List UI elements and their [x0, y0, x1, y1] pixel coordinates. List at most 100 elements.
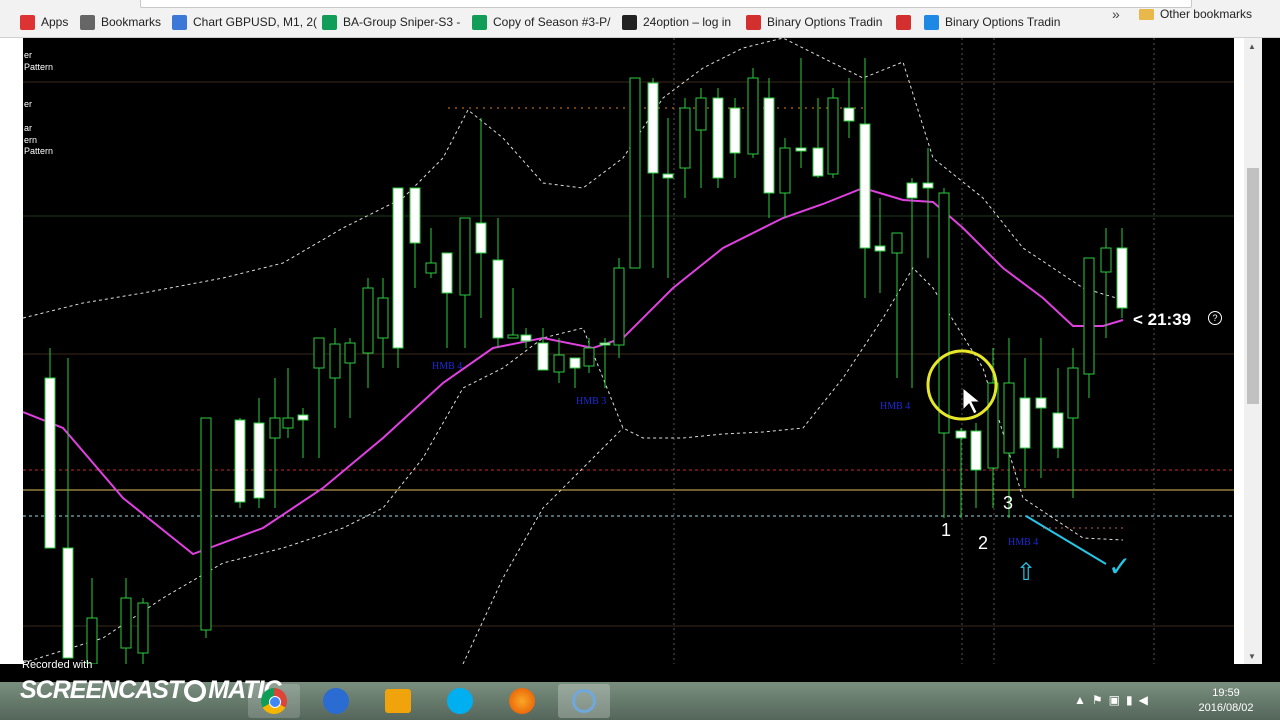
candle-body [44, 377, 56, 549]
bookmark-item[interactable]: Copy of Season #3-P/ [472, 8, 610, 36]
bookmark-item[interactable] [896, 8, 917, 36]
candle-body [679, 107, 691, 169]
binary-icon [896, 14, 911, 30]
candle-body [938, 192, 950, 434]
pattern-label: Pattern [24, 146, 54, 156]
candle-body [537, 342, 549, 371]
vertical-scrollbar[interactable]: ▲ ▼ [1244, 38, 1262, 664]
hmb-label: HMB 3 [576, 396, 607, 407]
candle-body [459, 217, 471, 296]
sheet-icon [472, 14, 487, 30]
candle-body [859, 123, 871, 249]
outlook-icon[interactable] [372, 684, 424, 718]
candle-body [747, 77, 759, 155]
bookmark-label: Binary Options Tradin [945, 15, 1061, 29]
candle-body [507, 334, 519, 339]
system-tray[interactable]: ▲⚑▣▮◀ [1074, 693, 1154, 707]
candle-body [906, 182, 918, 199]
pattern-label: Pattern [24, 62, 54, 72]
candle-body [812, 147, 824, 177]
bookmark-item[interactable]: 24option – log in [622, 8, 731, 36]
bookmark-label: Copy of Season #3-P/ [493, 15, 611, 29]
hmb-label: HMB 4 [1008, 537, 1039, 548]
bookmark-item[interactable]: Apps [20, 8, 68, 36]
candle-body [1100, 247, 1112, 273]
system-clock[interactable]: 19:59 2016/08/02 [1194, 686, 1258, 716]
mouse-cursor-icon [962, 386, 982, 415]
help-icon[interactable]: ? [1208, 311, 1222, 325]
annotation-number: 3 [1003, 493, 1014, 513]
ccleaner-icon[interactable] [310, 684, 362, 718]
candle-body [647, 82, 659, 174]
bookmarks-bar: Apps Bookmarks Chart GBPUSD, M1, 2( BA-Grou… [0, 8, 1280, 38]
hmb-label: HMB 4 [432, 361, 463, 372]
bookmark-label: Bookmarks [101, 15, 162, 29]
candle-body [970, 430, 982, 471]
skype-icon[interactable] [434, 684, 486, 718]
bookmark-label: Chart GBPUSD, M1, 2( [193, 15, 318, 29]
candle-body [492, 259, 504, 339]
folder-icon [1138, 8, 1154, 20]
chart-canvas [23, 38, 1234, 664]
candle-body [599, 342, 611, 346]
firefox-icon[interactable] [496, 684, 548, 718]
candle-body [1035, 397, 1047, 409]
other-bookmarks-button[interactable]: Other bookmarks [1138, 0, 1252, 28]
candle-body [1116, 247, 1128, 309]
upper-band [23, 38, 1124, 319]
scroll-down-icon[interactable]: ▼ [1248, 652, 1256, 661]
other-bookmarks-label: Other bookmarks [1159, 7, 1252, 21]
scrollbar-thumb[interactable] [1247, 168, 1259, 404]
bookmark-item[interactable]: BA-Group Sniper-S3 - [322, 8, 460, 36]
star-icon [80, 14, 95, 30]
bookmark-item[interactable]: Binary Options Tradin [746, 8, 882, 36]
candle-body [269, 417, 281, 439]
24-icon [622, 14, 637, 30]
candle-body [329, 343, 341, 379]
middle-band [23, 267, 1124, 664]
binary-icon [746, 14, 761, 30]
bookmark-label: BA-Group Sniper-S3 - [343, 15, 461, 29]
candle-body [955, 430, 967, 439]
candle-body [344, 342, 356, 364]
candle-body [874, 245, 886, 252]
bookmarks-overflow-chevron[interactable]: » [1112, 0, 1120, 28]
candle-body [520, 334, 532, 342]
up-arrow-icon: ⇧ [1016, 559, 1037, 586]
screencast-app-icon[interactable] [558, 684, 610, 718]
candle-body [441, 252, 453, 294]
candle-body [234, 419, 246, 503]
url-input[interactable] [140, 0, 1192, 8]
apps-grid-icon [20, 14, 35, 30]
pattern-label: er [24, 50, 33, 60]
annotation-number: 1 [941, 520, 952, 540]
candle-body [253, 422, 265, 499]
candle-body [297, 414, 309, 421]
candle-body [662, 173, 674, 179]
candle-body [1003, 382, 1015, 454]
trading-chart[interactable] [23, 38, 1234, 664]
candle-body [313, 337, 325, 369]
hmb-label: HMB 4 [880, 401, 911, 412]
moving-average-line [23, 186, 1124, 556]
bookmark-item[interactable]: Binary Options Tradin [924, 8, 1060, 36]
candle-body [795, 147, 807, 152]
candle-body [1067, 367, 1079, 419]
candle-body [1083, 257, 1095, 375]
scroll-up-icon[interactable]: ▲ [1248, 42, 1256, 51]
chrome-icon[interactable] [248, 684, 300, 718]
candle-body [377, 297, 389, 339]
bookmark-item[interactable]: Chart GBPUSD, M1, 2( [172, 8, 317, 36]
candle-body [137, 602, 149, 654]
candle-body [1052, 412, 1064, 449]
candle-body [569, 357, 581, 369]
screencast-matic-logo: SCREENCAST MATIC [20, 676, 282, 704]
candle-body [120, 597, 132, 649]
bookmark-item[interactable]: Bookmarks [80, 8, 161, 36]
bookmark-label: Binary Options Tradin [767, 15, 883, 29]
candle-body [729, 107, 741, 154]
annotation-number: 2 [978, 533, 989, 553]
candle-body [763, 97, 775, 194]
lower-band [462, 427, 624, 664]
candle-body [475, 222, 487, 254]
